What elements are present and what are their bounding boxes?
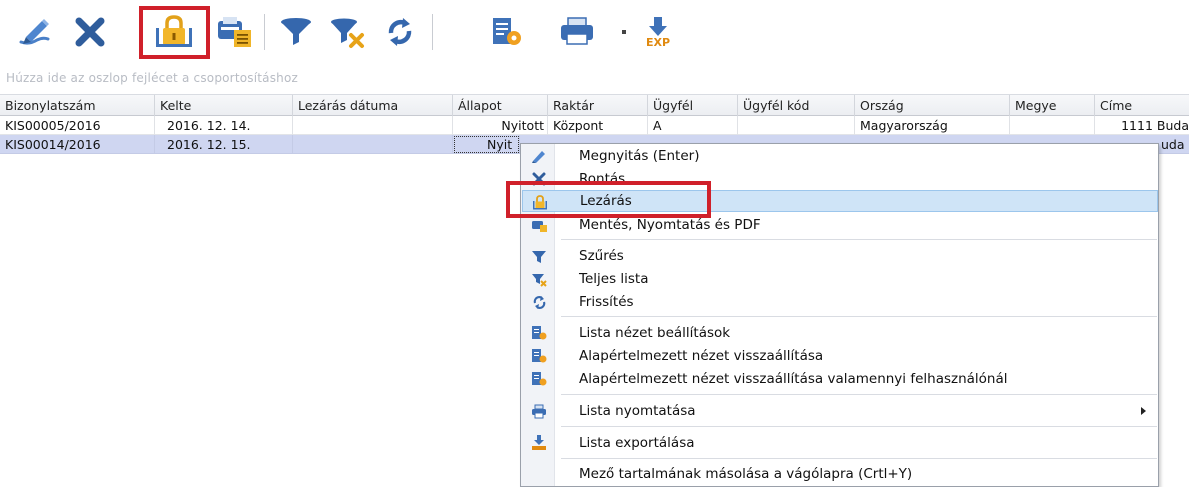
- print-button[interactable]: [555, 10, 599, 54]
- cell-warehouse[interactable]: Központ: [548, 116, 648, 135]
- menu-item-label: Megnyitás (Enter): [579, 148, 700, 164]
- list-settings-icon: [530, 348, 548, 364]
- menu-item-refresh[interactable]: Frissítés: [522, 291, 1158, 313]
- export-icon-label: EXP: [645, 36, 671, 49]
- table-row[interactable]: KIS00005/2016 2016. 12. 14. Nyitott Közp…: [0, 116, 1189, 135]
- toolbar-separator: [264, 14, 265, 50]
- column-header-address[interactable]: Címe: [1095, 95, 1189, 116]
- menu-item-label: Lista nyomtatása: [579, 403, 696, 419]
- filter-icon: [278, 15, 314, 49]
- filter-clear-icon: [530, 271, 548, 287]
- submenu-arrow-icon: [1141, 407, 1146, 415]
- cell-customer-code[interactable]: [738, 116, 855, 135]
- cell-closing-date[interactable]: [293, 116, 453, 135]
- column-header-customer[interactable]: Ügyfél: [648, 95, 738, 116]
- menu-item-restore-default-view-all-users[interactable]: Alapértelmezett nézet visszaállítása val…: [522, 368, 1158, 390]
- delete-button[interactable]: [68, 10, 112, 54]
- menu-item-label: Lista exportálása: [579, 435, 695, 451]
- edit-button[interactable]: [12, 10, 56, 54]
- menu-separator: [561, 426, 1157, 427]
- menu-separator: [561, 316, 1157, 317]
- cell-date[interactable]: 2016. 12. 15.: [155, 135, 293, 154]
- menu-item-label: Alapértelmezett nézet visszaállítása val…: [579, 371, 1008, 387]
- save-print-pdf-icon: [214, 15, 254, 49]
- group-by-hint: Húzza ide az oszlop fejlécet a csoportos…: [6, 71, 299, 85]
- cell-county[interactable]: [1010, 116, 1095, 135]
- menu-item-print-list[interactable]: Lista nyomtatása: [522, 400, 1158, 422]
- menu-item-label: Frissítés: [579, 294, 634, 310]
- cell-address[interactable]: 1111 Buda: [1095, 116, 1189, 135]
- menu-item-label: Teljes lista: [579, 271, 649, 287]
- close-x-icon: [73, 15, 107, 49]
- cell-customer[interactable]: A: [648, 116, 738, 135]
- column-header-document-number[interactable]: Bizonylatszám: [0, 95, 155, 116]
- menu-item-label: Szűrés: [579, 248, 624, 264]
- menu-item-export-list[interactable]: Lista exportálása: [522, 432, 1158, 454]
- column-header-date[interactable]: Kelte: [155, 95, 293, 116]
- menu-item-label: Mező tartalmának másolása a vágólapra (C…: [579, 466, 913, 482]
- menu-item-full-list[interactable]: Teljes lista: [522, 268, 1158, 290]
- column-header-warehouse[interactable]: Raktár: [548, 95, 648, 116]
- group-by-panel[interactable]: Húzza ide az oszlop fejlécet a csoportos…: [0, 64, 1189, 92]
- clear-filter-button[interactable]: [325, 10, 369, 54]
- column-header-customer-code[interactable]: Ügyfél kód: [738, 95, 855, 116]
- print-dropdown-caret[interactable]: [622, 30, 626, 34]
- menu-item-label: Lista nézet beállítások: [579, 325, 731, 341]
- menu-item-copy-field-content[interactable]: Mező tartalmának másolása a vágólapra (C…: [522, 463, 1158, 485]
- menu-item-list-view-settings[interactable]: Lista nézet beállítások: [522, 322, 1158, 344]
- refresh-icon: [383, 15, 417, 49]
- export-button[interactable]: EXP: [636, 10, 680, 54]
- list-settings-button[interactable]: [485, 10, 529, 54]
- cell-status[interactable]: Nyitott: [453, 116, 548, 135]
- column-header-country[interactable]: Ország: [855, 95, 1010, 116]
- menu-item-filter[interactable]: Szűrés: [522, 245, 1158, 267]
- menu-separator: [561, 394, 1157, 395]
- cell-date[interactable]: 2016. 12. 14.: [155, 116, 293, 135]
- menu-separator: [561, 239, 1157, 240]
- print-icon: [558, 15, 596, 49]
- column-header-county[interactable]: Megye: [1010, 95, 1095, 116]
- toolbar-separator: [432, 14, 433, 50]
- export-icon: [530, 435, 548, 451]
- list-settings-icon: [530, 325, 548, 341]
- export-icon: EXP: [645, 16, 671, 48]
- menu-item-label: Alapértelmezett nézet visszaállítása: [579, 348, 824, 364]
- save-print-pdf-button[interactable]: [212, 10, 256, 54]
- cell-address[interactable]: uda: [1159, 135, 1189, 154]
- grid-header: Bizonylatszám Kelte Lezárás dátuma Állap…: [0, 94, 1189, 116]
- save-print-pdf-icon: [530, 217, 548, 233]
- list-settings-icon: [530, 371, 548, 387]
- print-icon: [530, 403, 548, 419]
- toolbar: EXP: [0, 0, 1189, 62]
- list-settings-icon: [489, 15, 525, 49]
- cell-document-number[interactable]: KIS00014/2016: [0, 135, 155, 154]
- menu-highlight-frame: [506, 181, 711, 218]
- cell-document-number[interactable]: KIS00005/2016: [0, 116, 155, 135]
- cell-status-focused[interactable]: Nyit: [453, 135, 520, 154]
- menu-separator: [561, 458, 1157, 459]
- cell-country[interactable]: Magyarország: [855, 116, 1010, 135]
- refresh-button[interactable]: [378, 10, 422, 54]
- menu-item-restore-default-view[interactable]: Alapértelmezett nézet visszaállítása: [522, 345, 1158, 367]
- column-header-closing-date[interactable]: Lezárás dátuma: [293, 95, 453, 116]
- toolbar-highlight-frame: [139, 6, 210, 59]
- filter-icon: [530, 248, 548, 264]
- column-header-status[interactable]: Állapot: [453, 95, 548, 116]
- pencil-icon: [530, 148, 548, 164]
- menu-item-open[interactable]: Megnyitás (Enter): [522, 145, 1158, 167]
- cell-closing-date[interactable]: [293, 135, 453, 154]
- filter-clear-icon: [328, 15, 366, 49]
- menu-item-label: Mentés, Nyomtatás és PDF: [579, 217, 761, 233]
- filter-button[interactable]: [274, 10, 318, 54]
- refresh-icon: [530, 294, 548, 310]
- pencil-icon: [15, 15, 53, 49]
